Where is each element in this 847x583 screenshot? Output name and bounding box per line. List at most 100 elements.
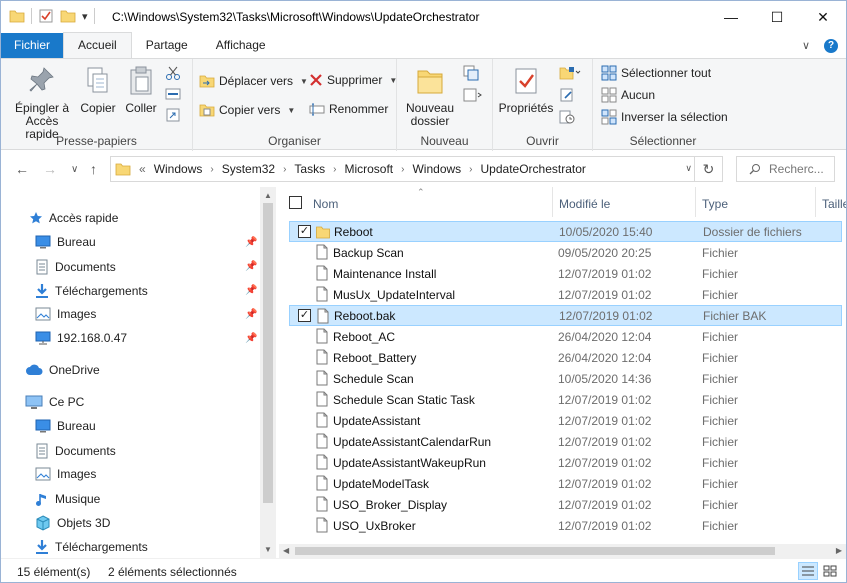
nav-onedrive[interactable]: OneDrive [25, 363, 100, 377]
pin-quick-access-button[interactable]: Épingler à Accès rapide [9, 65, 75, 141]
breadcrumb-windows[interactable]: Windows [148, 162, 209, 176]
new-folder-button[interactable]: Nouveau dossier [405, 65, 455, 128]
new-folder-icon[interactable] [60, 8, 76, 24]
column-header-modified[interactable]: Modifié le [553, 187, 696, 217]
address-bar[interactable]: « Windows › System32 › Tasks › Microsoft… [110, 156, 723, 182]
pin-icon[interactable]: 📌 [245, 309, 257, 320]
breadcrumb-updateorchestrator[interactable]: UpdateOrchestrator [475, 162, 592, 176]
file-row[interactable]: Schedule Scan 10/05/2020 14:36 Fichier [289, 368, 842, 389]
nav-pc-bureau[interactable]: Bureau [35, 419, 96, 433]
copy-to-button[interactable]: Copier vers ▼ [199, 102, 295, 118]
nav-this-pc[interactable]: Ce PC [25, 395, 84, 409]
row-checkbox[interactable]: ✓ [298, 225, 311, 238]
column-header-name[interactable]: Nom [307, 187, 553, 217]
tab-share[interactable]: Partage [132, 33, 202, 58]
copy-path-icon[interactable] [165, 87, 181, 101]
refresh-button[interactable]: ↻ [694, 157, 722, 181]
breadcrumb-separator-icon[interactable]: › [208, 164, 215, 175]
file-row[interactable]: Backup Scan 09/05/2020 20:25 Fichier [289, 242, 842, 263]
qat-customize-icon[interactable]: ▾ [82, 10, 88, 23]
up-button[interactable]: ↑ [90, 161, 97, 177]
breadcrumb-system32[interactable]: System32 [216, 162, 281, 176]
file-row[interactable]: ✓ Reboot.bak 12/07/2019 01:02 Fichier BAK [289, 305, 842, 326]
pin-icon[interactable]: 📌 [245, 333, 257, 344]
recent-locations-button[interactable]: ∨ [71, 164, 78, 175]
large-icons-view-button[interactable] [820, 562, 840, 580]
nav-pc-downloads[interactable]: Téléchargements [35, 539, 148, 555]
file-row[interactable]: UpdateModelTask 12/07/2019 01:02 Fichier [289, 473, 842, 494]
nav-quick-documents[interactable]: Documents [35, 259, 116, 275]
row-checkbox[interactable]: ✓ [298, 309, 311, 322]
scroll-down-icon[interactable]: ▼ [264, 545, 272, 554]
breadcrumb-separator-icon[interactable]: › [281, 164, 288, 175]
nav-pc-music[interactable]: Musique [35, 491, 100, 507]
breadcrumb-separator-icon[interactable]: › [467, 164, 474, 175]
select-all-button[interactable]: Sélectionner tout [601, 65, 711, 81]
file-row[interactable]: UpdateAssistant 12/07/2019 01:02 Fichier [289, 410, 842, 431]
file-list-horizontal-scrollbar[interactable]: ◀ ▶ [279, 544, 846, 558]
new-item-icon[interactable] [463, 65, 483, 81]
select-all-checkbox[interactable] [289, 196, 302, 209]
nav-pc-3d-objects[interactable]: Objets 3D [35, 515, 110, 531]
open-icon[interactable] [559, 65, 581, 81]
breadcrumb-microsoft[interactable]: Microsoft [338, 162, 399, 176]
tab-view[interactable]: Affichage [202, 33, 280, 58]
file-row[interactable]: UpdateAssistantCalendarRun 12/07/2019 01:… [289, 431, 842, 452]
scroll-right-icon[interactable]: ▶ [836, 546, 842, 555]
file-row[interactable]: Maintenance Install 12/07/2019 01:02 Fichi… [289, 263, 842, 284]
edit-icon[interactable] [559, 87, 575, 103]
file-row[interactable]: MusUx_UpdateInterval 12/07/2019 01:02 Fich… [289, 284, 842, 305]
details-view-button[interactable] [798, 562, 818, 580]
nav-quick-network-share[interactable]: 192.168.0.47 [35, 331, 127, 345]
minimize-button[interactable]: — [708, 1, 754, 33]
file-row[interactable]: USO_UxBroker 12/07/2019 01:02 Fichier [289, 515, 842, 536]
copy-button[interactable]: Copier [79, 65, 117, 115]
horizontal-scrollbar-thumb[interactable] [295, 547, 775, 555]
forward-button[interactable]: → [43, 161, 57, 177]
maximize-button[interactable]: ☐ [754, 1, 800, 33]
breadcrumb-overflow-icon[interactable]: « [137, 162, 148, 176]
nav-quick-bureau[interactable]: Bureau [35, 235, 96, 249]
tab-home[interactable]: Accueil [63, 32, 132, 58]
close-button[interactable]: ✕ [800, 1, 846, 33]
breadcrumb-tasks[interactable]: Tasks [288, 162, 331, 176]
history-icon[interactable] [559, 109, 575, 125]
nav-scrollbar-thumb[interactable] [263, 203, 273, 503]
select-none-button[interactable]: Aucun [601, 87, 655, 103]
pin-icon[interactable]: 📌 [245, 261, 257, 272]
pin-icon[interactable]: 📌 [245, 237, 257, 248]
breadcrumb-separator-icon[interactable]: › [399, 164, 406, 175]
nav-scrollbar[interactable]: ▲ ▼ [260, 187, 276, 558]
column-header-type[interactable]: Type [696, 187, 816, 217]
nav-pc-documents[interactable]: Documents [35, 443, 116, 459]
scroll-up-icon[interactable]: ▲ [264, 191, 272, 200]
help-icon[interactable]: ? [824, 39, 838, 53]
easy-access-icon[interactable] [463, 87, 483, 103]
file-row[interactable]: Schedule Scan Static Task 12/07/2019 01:0… [289, 389, 842, 410]
paste-shortcut-icon[interactable] [165, 107, 181, 123]
nav-quick-downloads[interactable]: Téléchargements [35, 283, 148, 299]
properties-icon[interactable] [38, 8, 54, 24]
breadcrumb-separator-icon[interactable]: › [331, 164, 338, 175]
tab-file[interactable]: Fichier [1, 33, 64, 58]
nav-pc-images[interactable]: Images [35, 467, 96, 481]
back-button[interactable]: ← [15, 161, 29, 177]
file-row[interactable]: USO_Broker_Display 12/07/2019 01:02 Fichie… [289, 494, 842, 515]
nav-quick-images[interactable]: Images [35, 307, 96, 321]
collapse-ribbon-icon[interactable]: ∨ [802, 39, 810, 53]
move-to-button[interactable]: Déplacer vers ▼ [199, 73, 308, 89]
paste-button[interactable]: Coller [121, 65, 161, 115]
properties-button[interactable]: Propriétés [497, 65, 555, 115]
breadcrumb-windows-sub[interactable]: Windows [406, 162, 467, 176]
nav-quick-access[interactable]: Accès rapide [29, 211, 118, 225]
search-box[interactable]: Recherc... [736, 156, 835, 182]
invert-selection-button[interactable]: Inverser la sélection [601, 109, 728, 125]
file-row[interactable]: Reboot_AC 26/04/2020 12:04 Fichier [289, 326, 842, 347]
file-row[interactable]: ✓ Reboot 10/05/2020 15:40 Dossier de fichie… [289, 221, 842, 242]
column-header-size[interactable]: Taille [816, 187, 846, 217]
pin-icon[interactable]: 📌 [245, 285, 257, 296]
delete-button[interactable]: Supprimer ▼ [309, 73, 397, 87]
rename-button[interactable]: Renommer [309, 102, 388, 116]
file-row[interactable]: UpdateAssistantWakeupRun 12/07/2019 01:02… [289, 452, 842, 473]
file-row[interactable]: Reboot_Battery 26/04/2020 12:04 Fichier [289, 347, 842, 368]
